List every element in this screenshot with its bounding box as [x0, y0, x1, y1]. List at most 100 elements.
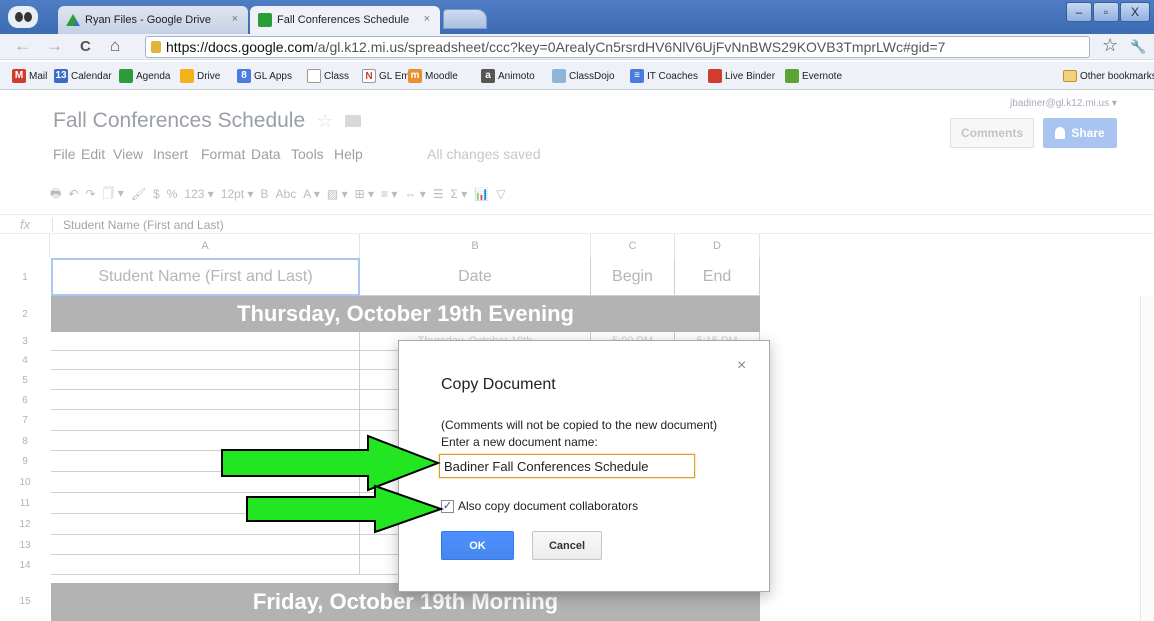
format-tool-icon[interactable]: 🖌 — [131, 187, 146, 201]
new-tab-button[interactable] — [443, 9, 487, 29]
format-tool-icon[interactable]: ☰ — [433, 187, 444, 201]
format-tool-icon[interactable]: 12pt ▾ — [221, 187, 254, 201]
format-tool-icon[interactable]: ▨ ▾ — [327, 187, 348, 201]
maximize-button[interactable]: ▫ — [1093, 2, 1119, 22]
row-number[interactable]: 4 — [0, 351, 50, 370]
row-number[interactable]: 7 — [0, 410, 50, 431]
document-title[interactable]: Fall Conferences Schedule ☆ — [53, 109, 361, 133]
vertical-scrollbar[interactable] — [1140, 296, 1154, 621]
table-cell[interactable] — [51, 351, 360, 370]
row-number[interactable]: 1 — [0, 258, 50, 296]
menu-insert[interactable]: Insert — [153, 146, 188, 162]
format-tool-icon[interactable]: ↶ — [68, 187, 78, 201]
row-number[interactable]: 9 — [0, 451, 50, 472]
address-bar[interactable]: https://docs.google.com/a/gl.k12.mi.us/s… — [145, 36, 1090, 58]
menu-data[interactable]: Data — [251, 146, 281, 162]
bookmark-star-icon[interactable]: ☆ — [1102, 35, 1118, 56]
bookmark-calendar[interactable]: 13 Calendar — [54, 66, 112, 86]
tab-google-drive[interactable]: Ryan Files - Google Drive × — [58, 6, 248, 34]
menu-edit[interactable]: Edit — [81, 146, 105, 162]
row-number[interactable]: 10 — [0, 472, 50, 493]
format-tool-icon[interactable]: ↷ — [85, 187, 95, 201]
header-cell-b[interactable]: Date — [360, 258, 591, 296]
row-number[interactable]: 8 — [0, 431, 50, 451]
column-header-c[interactable]: C — [591, 234, 675, 258]
minimize-button[interactable]: – — [1066, 2, 1092, 22]
bookmark-animoto[interactable]: a Animoto — [481, 66, 535, 86]
format-tool-icon[interactable]: ≡ ▾ — [381, 187, 397, 201]
banner-thursday-evening[interactable]: Thursday, October 19th Evening — [51, 296, 760, 332]
formula-input[interactable]: Student Name (First and Last) — [52, 218, 224, 232]
format-tool-icon[interactable]: A ▾ — [303, 187, 320, 201]
bookmark-classdojo[interactable]: ClassDojo — [552, 66, 615, 86]
table-cell[interactable] — [51, 555, 360, 575]
menu-view[interactable]: View — [113, 146, 143, 162]
format-tool-icon[interactable]: Σ ▾ — [451, 187, 468, 201]
close-icon[interactable]: × — [737, 357, 746, 375]
format-tool-icon[interactable]: ▽ — [496, 187, 505, 201]
bookmark-class[interactable]: Class — [307, 66, 349, 86]
row-number[interactable]: 13 — [0, 535, 50, 555]
row-number[interactable]: 5 — [0, 370, 50, 390]
star-icon[interactable]: ☆ — [317, 111, 333, 131]
format-tool-icon[interactable]: $ — [153, 187, 160, 201]
bookmark-it-coaches[interactable]: ≡ IT Coaches — [630, 66, 698, 86]
tab-fall-conferences-schedule[interactable]: Fall Conferences Schedule × — [250, 6, 440, 34]
copy-collaborators-label[interactable]: Also copy document collaborators — [458, 499, 638, 513]
table-cell[interactable] — [51, 390, 360, 410]
format-tool-icon[interactable]: B — [261, 187, 269, 201]
header-cell-a[interactable]: Student Name (First and Last) — [51, 258, 360, 296]
row-number[interactable]: 12 — [0, 514, 50, 535]
row-number[interactable]: 11 — [0, 493, 50, 514]
format-tool-icon[interactable]: 🗍 ▾ — [102, 184, 123, 205]
home-icon[interactable]: ⌂ — [110, 36, 120, 56]
table-cell[interactable] — [51, 535, 360, 555]
bookmark-gl-apps[interactable]: 8 GL Apps — [237, 66, 292, 86]
back-icon[interactable]: ← — [14, 36, 31, 56]
tab-close-icon[interactable]: × — [424, 13, 430, 25]
folder-icon[interactable] — [344, 115, 361, 127]
cancel-button[interactable]: Cancel — [532, 531, 602, 560]
table-cell[interactable] — [51, 332, 360, 351]
select-all-corner[interactable] — [0, 234, 50, 258]
document-name-input[interactable] — [439, 454, 695, 478]
format-tool-icon[interactable]: Abc — [276, 187, 297, 201]
format-tool-icon[interactable]: 🖶 — [50, 184, 61, 205]
row-number[interactable]: 3 — [0, 332, 50, 351]
bookmark-drive[interactable]: Drive — [180, 66, 220, 86]
header-cell-d[interactable]: End — [675, 258, 760, 296]
menu-format[interactable]: Format — [201, 146, 245, 162]
header-cell-c[interactable]: Begin — [591, 258, 675, 296]
column-header-d[interactable]: D — [675, 234, 760, 258]
wrench-icon[interactable]: 🔧 — [1130, 39, 1146, 55]
close-window-button[interactable]: X — [1120, 2, 1150, 22]
row-number[interactable]: 2 — [0, 296, 50, 332]
format-tool-icon[interactable]: ⊞ ▾ — [355, 187, 374, 201]
bookmark-moodle[interactable]: m Moodle — [408, 66, 458, 86]
bookmark-evernote[interactable]: Evernote — [785, 66, 842, 86]
menu-file[interactable]: File — [53, 146, 76, 162]
tab-close-icon[interactable]: × — [232, 13, 238, 25]
table-cell[interactable] — [51, 410, 360, 431]
bookmark-other-bookmarks[interactable]: Other bookmarks — [1063, 66, 1154, 86]
column-header-a[interactable]: A — [51, 234, 360, 258]
format-tool-icon[interactable]: 123 ▾ — [184, 187, 213, 201]
table-cell[interactable] — [51, 370, 360, 390]
menu-help[interactable]: Help — [334, 146, 363, 162]
menu-tools[interactable]: Tools — [291, 146, 324, 162]
format-tool-icon[interactable]: % — [167, 187, 178, 201]
bookmark-mail[interactable]: M Mail — [12, 66, 47, 86]
share-button[interactable]: Share — [1043, 118, 1117, 148]
reload-icon[interactable]: C — [80, 38, 91, 55]
forward-icon[interactable]: → — [46, 36, 63, 56]
bookmark-live-binder[interactable]: Live Binder — [708, 66, 775, 86]
bookmark-agenda[interactable]: Agenda — [119, 66, 170, 86]
row-number[interactable]: 14 — [0, 555, 50, 575]
column-header-b[interactable]: B — [360, 234, 591, 258]
account-email[interactable]: jbadiner@gl.k12.mi.us ▾ — [1010, 98, 1117, 109]
ok-button[interactable]: OK — [441, 531, 514, 560]
comments-button[interactable]: Comments — [950, 118, 1034, 148]
format-tool-icon[interactable]: ⇔ ▾ — [404, 187, 425, 201]
row-number[interactable]: 6 — [0, 390, 50, 410]
format-tool-icon[interactable]: 📊 — [474, 187, 489, 201]
